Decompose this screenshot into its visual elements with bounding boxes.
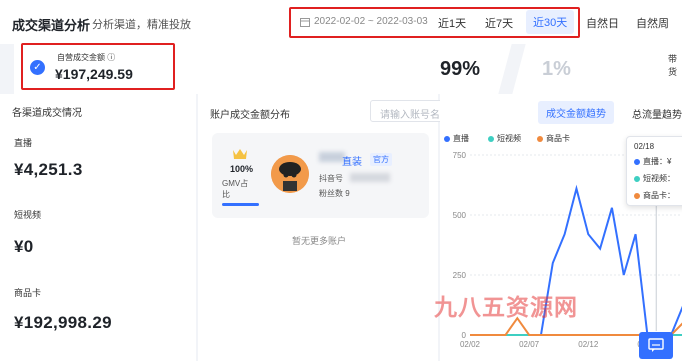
gmv-progress-bar (222, 203, 259, 206)
chat-icon (648, 338, 664, 352)
channel-label-live: 直播 (14, 138, 33, 148)
range-30-days[interactable]: 近30天 (526, 10, 575, 34)
tooltip-row-live: 直播：¥ (634, 156, 671, 167)
calendar-icon (300, 17, 310, 27)
y-tick-label: 500 (453, 211, 467, 220)
crown-icon (233, 149, 247, 159)
other-percent: 1% (542, 58, 571, 80)
y-tick-label: 250 (453, 271, 467, 280)
channel-value-live: ¥4,251.3 (14, 160, 83, 179)
kpi-value: ¥197,249.59 (55, 66, 133, 82)
range-1-day[interactable]: 近1天 (438, 15, 466, 31)
channel-label-video: 短视频 (14, 210, 42, 220)
channel-value-card: ¥192,998.29 (14, 313, 112, 332)
chat-button[interactable] (639, 332, 673, 359)
tooltip-row-card: 商品卡： (634, 190, 675, 201)
channel-value-video: ¥0 (14, 237, 34, 256)
watermark: 九八五资源网 (434, 294, 578, 320)
tooltip-date: 02/18 (634, 142, 655, 151)
range-natural-day[interactable]: 自然日 (586, 15, 619, 31)
no-more-accounts: 暂无更多账户 (292, 236, 347, 246)
date-range-text: 2022-02-02 ~ 2022-03-03 (314, 16, 428, 27)
channel-label-card: 商品卡 (14, 288, 42, 298)
channel-panel-title: 各渠道成交情况 (12, 108, 82, 119)
douyin-id-label: 抖音号 (319, 174, 343, 183)
tab-gmv-trend[interactable]: 成交金额趋势 (538, 101, 614, 124)
tab-traffic-trend[interactable]: 总流量趋势 (632, 106, 682, 121)
range-natural-week[interactable]: 自然周 (636, 15, 669, 31)
page-title: 成交渠道分析 (12, 18, 91, 33)
date-range-picker[interactable]: 2022-02-02 ~ 2022-03-03 (300, 16, 428, 27)
account-panel-title: 账户成交金额分布 (210, 110, 290, 121)
fans-count: 粉丝数 9 (319, 189, 350, 198)
douyin-id-blur (350, 173, 390, 182)
help-icon[interactable]: ⓘ (107, 53, 115, 62)
x-tick-label: 02/07 (519, 340, 540, 349)
page-subtitle: 分析渠道，精准投放 (92, 19, 191, 31)
tooltip-row-video: 短视频： (634, 173, 675, 184)
official-badge: 官方 (370, 153, 392, 166)
kpi-label: 自营成交金额 ⓘ (57, 53, 116, 62)
avatar (271, 155, 309, 193)
gmv-label: GMV占比 (222, 179, 249, 199)
x-tick-label: 02/12 (578, 340, 599, 349)
kpi-cut-label: 带货 (668, 54, 678, 77)
gmv-percent: 100% (230, 164, 254, 174)
y-tick-label: 750 (453, 151, 467, 160)
check-icon[interactable]: ✓ (30, 60, 45, 75)
x-tick-label: 02/02 (460, 340, 481, 349)
self-operated-percent: 99% (440, 58, 481, 80)
y-tick-label: 0 (462, 331, 467, 340)
account-name[interactable]: 直装 (342, 153, 362, 168)
range-7-days[interactable]: 近7天 (485, 15, 513, 31)
